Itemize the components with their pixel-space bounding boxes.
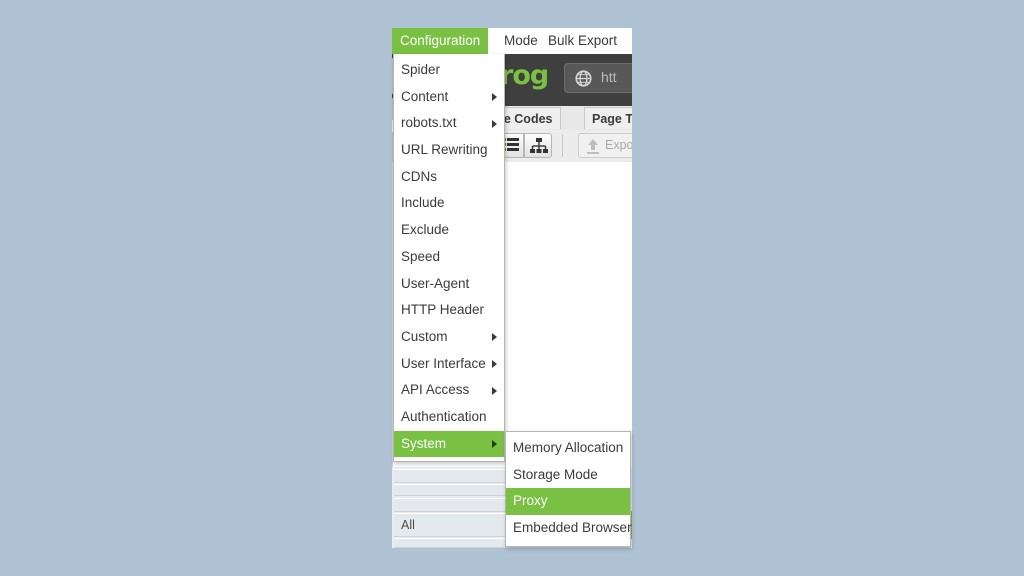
- menubar-item-configuration[interactable]: Configuration: [392, 28, 489, 54]
- menu-item-label: Custom: [401, 328, 448, 344]
- submenu-item-proxy[interactable]: Proxy: [506, 488, 630, 516]
- submenu-item-memory-allocation[interactable]: Memory Allocation: [506, 435, 630, 462]
- url-input-value: htt: [601, 69, 617, 85]
- menu-item-content[interactable]: Content: [394, 84, 504, 111]
- globe-icon: [575, 70, 592, 87]
- menubar-item-mode[interactable]: Mode: [496, 28, 546, 54]
- submenu-item-storage-mode[interactable]: Storage Mode: [506, 462, 630, 489]
- upload-icon: [587, 139, 599, 154]
- submenu-arrow-icon: [492, 440, 497, 449]
- menu-item-cdns[interactable]: CDNs: [394, 164, 504, 191]
- menu-item-label: Spider: [401, 62, 441, 77]
- menu-item-custom[interactable]: Custom: [394, 324, 504, 351]
- menu-item-label: Authentication: [401, 408, 487, 424]
- menu-item-url-rewriting[interactable]: URL Rewriting: [394, 137, 504, 164]
- menu-item-label: URL Rewriting: [401, 142, 488, 158]
- menu-item-label: User Interface: [401, 355, 486, 371]
- menu-item-label: API Access: [401, 382, 470, 398]
- menu-item-label: Exclude: [401, 222, 450, 238]
- menu-item-label: Content: [401, 88, 449, 104]
- configuration-dropdown-menu: Spider Content robots.txt URL Rewriting …: [393, 54, 505, 463]
- menu-item-api-access[interactable]: API Access: [394, 377, 504, 404]
- menu-item-speed[interactable]: Speed: [394, 244, 504, 271]
- submenu-arrow-icon: [492, 93, 497, 102]
- menu-item-label: HTTP Header: [401, 302, 485, 318]
- menu-item-include[interactable]: Include: [394, 190, 504, 217]
- menu-item-user-agent[interactable]: User-Agent: [394, 271, 504, 298]
- menu-item-user-interface[interactable]: User Interface: [394, 351, 504, 378]
- menu-item-label: User-Agent: [401, 275, 470, 291]
- menu-item-label: Speed: [401, 248, 441, 264]
- menu-bar: Configuration Mode Bulk Export: [392, 28, 632, 55]
- submenu-item-label: Storage Mode: [513, 466, 598, 482]
- menu-item-exclude[interactable]: Exclude: [394, 217, 504, 244]
- menubar-item-bulk-export[interactable]: Bulk Export: [540, 28, 625, 54]
- submenu-item-label: Proxy: [513, 493, 548, 509]
- system-submenu: Memory Allocation Storage Mode Proxy Emb…: [505, 431, 632, 547]
- export-button-label: Expo: [605, 138, 632, 152]
- submenu-arrow-icon: [492, 119, 497, 128]
- submenu-item-label: Memory Allocation: [513, 440, 624, 455]
- submenu-arrow-icon: [492, 386, 497, 395]
- menu-item-authentication[interactable]: Authentication: [394, 404, 504, 431]
- menu-item-http-header[interactable]: HTTP Header: [394, 297, 504, 324]
- menu-item-robots-txt[interactable]: robots.txt: [394, 110, 504, 137]
- menu-item-label: Include: [401, 195, 445, 211]
- toolbar-divider: [562, 134, 563, 157]
- menu-item-system[interactable]: System: [394, 430, 504, 458]
- menu-item-label: CDNs: [401, 168, 437, 184]
- url-input[interactable]: htt: [564, 63, 632, 93]
- menu-item-spider[interactable]: Spider: [394, 57, 504, 84]
- export-button[interactable]: Expo: [578, 133, 632, 158]
- submenu-item-embedded-browser[interactable]: Embedded Browser: [506, 515, 632, 542]
- submenu-item-label: Embedded Browser: [513, 520, 632, 536]
- tree-view-button[interactable]: [524, 133, 552, 158]
- tab-page-titles[interactable]: Page T: [584, 107, 632, 129]
- menu-item-label: robots.txt: [401, 115, 457, 131]
- desktop-background: Configuration Mode Bulk Export rog htt p…: [0, 0, 1024, 576]
- submenu-arrow-icon: [492, 360, 497, 369]
- tree-view-icon: [530, 138, 548, 153]
- filter-all-label: All: [401, 518, 415, 532]
- submenu-arrow-icon: [492, 333, 497, 342]
- menu-item-label: System: [401, 435, 447, 451]
- app-logo: rog: [500, 60, 549, 91]
